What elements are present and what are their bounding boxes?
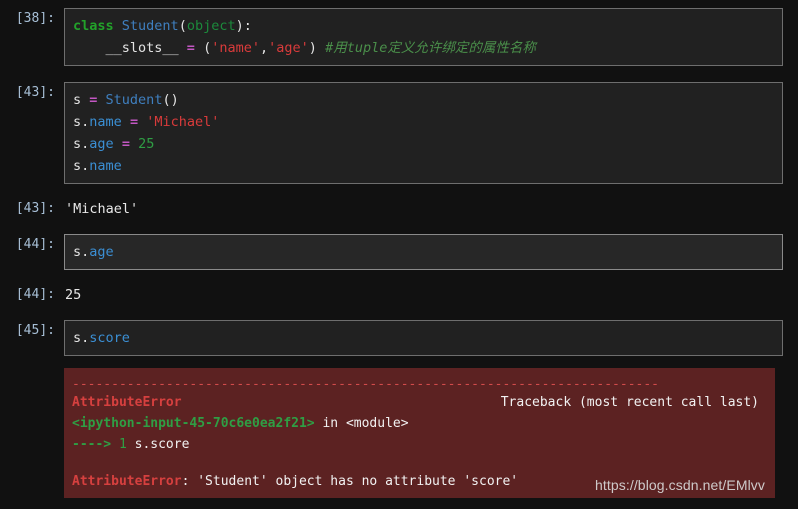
token-string: 'Michael' bbox=[146, 114, 220, 130]
token-punct: , bbox=[260, 40, 269, 56]
code-editor-43[interactable]: s = Student() s.name = 'Michael' s.age =… bbox=[64, 82, 783, 184]
token-attribute: score bbox=[89, 330, 130, 346]
token-comment: #用tuple定义允许绑定的属性名称 bbox=[325, 40, 536, 56]
cell-spacer bbox=[0, 66, 798, 82]
token-operator: = bbox=[186, 40, 195, 56]
traceback-error-message: : 'Student' object has no attribute 'sco… bbox=[181, 474, 519, 489]
token-punct: ( bbox=[203, 40, 212, 56]
code-line: class Student(object): bbox=[73, 15, 782, 37]
token-identifier: __slots__ bbox=[73, 40, 187, 56]
token-operator: = bbox=[129, 114, 139, 130]
code-editor-38[interactable]: class Student(object): __slots__ = ('nam… bbox=[64, 8, 783, 66]
watermark-url: https://blog.csdn.net/EMlvv bbox=[594, 477, 765, 493]
traceback-panel: ----------------------------------------… bbox=[64, 368, 775, 498]
code-line: __slots__ = ('name','age') #用tuple定义允许绑定… bbox=[73, 37, 782, 59]
notebook-output-44: [44]: 25 bbox=[0, 284, 798, 306]
traceback-exception-name: AttributeError bbox=[72, 395, 182, 410]
code-line: s.age = 25 bbox=[73, 133, 782, 155]
traceback-source-code: s.score bbox=[126, 437, 190, 452]
output-value-44: 25 bbox=[65, 287, 82, 303]
notebook-cell-45[interactable]: [45]: s.score bbox=[0, 320, 798, 356]
token-identifier: s bbox=[73, 136, 82, 152]
traceback-frame-file: <ipython-input-45-70c6e0ea2f21> bbox=[72, 416, 315, 431]
traceback-frame: <ipython-input-45-70c6e0ea2f21> in <modu… bbox=[72, 413, 775, 434]
token-identifier: s bbox=[73, 244, 82, 260]
token-punct: () bbox=[162, 92, 179, 108]
traceback-gap bbox=[72, 455, 775, 471]
cell-spacer bbox=[0, 356, 798, 368]
token-number: 25 bbox=[138, 136, 155, 152]
error-gutter bbox=[0, 368, 64, 498]
notebook-cell-44[interactable]: [44]: s.age bbox=[0, 234, 798, 270]
token-keyword: class bbox=[73, 18, 114, 34]
token-attribute: age bbox=[89, 136, 114, 152]
code-line: s.age bbox=[73, 241, 782, 263]
token-operator: = bbox=[121, 136, 130, 152]
code-line: s.score bbox=[73, 327, 782, 349]
code-line: s.name = 'Michael' bbox=[73, 111, 782, 133]
notebook-cell-43[interactable]: [43]: s = Student() s.name = 'Michael' s… bbox=[0, 82, 798, 184]
code-editor-44[interactable]: s.age bbox=[64, 234, 783, 270]
token-attribute: name bbox=[89, 114, 122, 130]
code-line: s = Student() bbox=[73, 89, 782, 111]
cell-spacer bbox=[0, 306, 798, 320]
output-prompt-44: [44]: bbox=[15, 287, 55, 302]
top-spacer bbox=[0, 0, 798, 8]
token-attribute: name bbox=[89, 158, 122, 174]
output-prompt-43: [43]: bbox=[15, 201, 55, 216]
token-string: 'age' bbox=[268, 40, 309, 56]
traceback-header: AttributeError Traceback (most recent ca… bbox=[72, 392, 775, 413]
token-identifier: s bbox=[73, 158, 82, 174]
token-identifier: s bbox=[73, 92, 90, 108]
traceback-frame-in: in bbox=[314, 416, 346, 431]
token-identifier: s bbox=[73, 114, 82, 130]
notebook-output-43: [43]: 'Michael' bbox=[0, 198, 798, 220]
input-prompt-45: [45]: bbox=[15, 323, 55, 338]
code-line: s.name bbox=[73, 155, 782, 177]
input-prompt-44: [44]: bbox=[15, 237, 55, 252]
notebook-error-output: ----------------------------------------… bbox=[0, 368, 798, 498]
traceback-error-name: AttributeError bbox=[72, 474, 182, 489]
notebook-cell-38[interactable]: [38]: class Student(object): __slots__ =… bbox=[0, 8, 798, 66]
traceback-source-line: ----> 1 s.score bbox=[72, 434, 775, 455]
token-attribute: age bbox=[89, 244, 114, 260]
token-punct: ): bbox=[235, 18, 252, 34]
token-string: 'name' bbox=[211, 40, 260, 56]
input-prompt-38: [38]: bbox=[15, 11, 55, 26]
token-punct: ) bbox=[308, 40, 317, 56]
token-punct: ( bbox=[178, 18, 187, 34]
token-identifier: s bbox=[73, 330, 82, 346]
traceback-line-number: 1 bbox=[118, 437, 127, 452]
output-value-43: 'Michael' bbox=[65, 201, 139, 217]
token-builtin: object bbox=[186, 18, 236, 34]
traceback-separator: ----------------------------------------… bbox=[72, 377, 659, 392]
token-class-name: Student bbox=[105, 92, 163, 108]
cell-spacer bbox=[0, 184, 798, 198]
code-editor-45[interactable]: s.score bbox=[64, 320, 783, 356]
traceback-header-note: Traceback (most recent call last) bbox=[500, 395, 759, 410]
token-class-name: Student bbox=[121, 18, 179, 34]
cell-spacer bbox=[0, 270, 798, 284]
traceback-frame-scope: <module> bbox=[345, 416, 409, 431]
cell-spacer bbox=[0, 220, 798, 234]
jupyter-notebook: [38]: class Student(object): __slots__ =… bbox=[0, 0, 798, 509]
traceback-arrow: ----> bbox=[72, 437, 119, 452]
input-prompt-43: [43]: bbox=[15, 85, 55, 100]
